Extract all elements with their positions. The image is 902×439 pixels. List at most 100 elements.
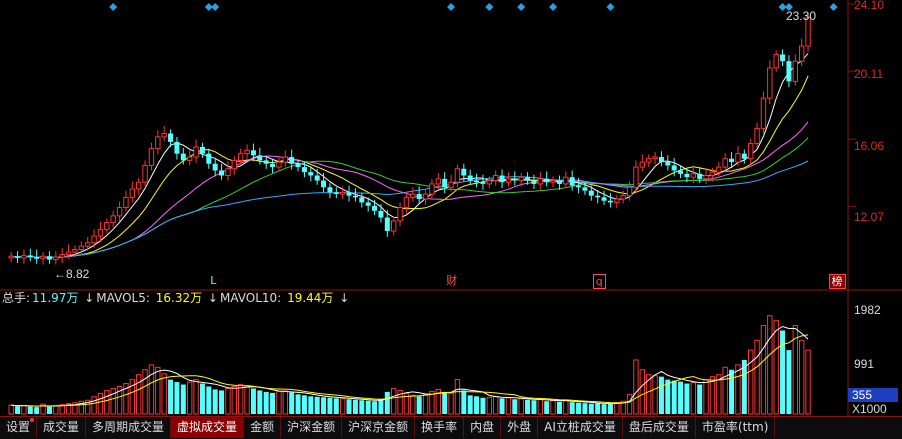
volume-bar[interactable] <box>321 397 327 414</box>
volume-bar[interactable] <box>352 399 358 414</box>
volume-bar[interactable] <box>550 400 556 415</box>
tab-5[interactable]: 沪深金额 <box>281 417 343 438</box>
candle[interactable] <box>607 193 613 208</box>
tab-3[interactable]: 虚拟成交量 <box>171 417 245 438</box>
candle[interactable] <box>467 169 473 185</box>
candle[interactable] <box>754 122 760 148</box>
volume-bar[interactable] <box>780 330 786 414</box>
candle[interactable] <box>645 154 652 168</box>
volume-bar[interactable] <box>225 387 231 415</box>
tab-10[interactable]: AI立桩成交量 <box>538 417 623 438</box>
volume-bar[interactable] <box>410 394 416 415</box>
candle[interactable] <box>270 158 276 173</box>
volume-bar[interactable] <box>626 393 633 415</box>
candle[interactable] <box>244 144 250 159</box>
volume-bar[interactable] <box>716 374 722 415</box>
event-marker[interactable]: 榜 <box>828 274 846 289</box>
candle[interactable] <box>321 172 327 193</box>
volume-bar[interactable] <box>544 401 550 414</box>
tab-12[interactable]: 市盈率(ttm) <box>696 417 776 438</box>
volume-bar[interactable] <box>244 385 250 415</box>
volume-bar[interactable] <box>199 383 205 414</box>
volume-bar[interactable] <box>186 381 193 415</box>
volume-bar[interactable] <box>537 398 544 415</box>
volume-bar[interactable] <box>97 392 104 415</box>
candle[interactable] <box>556 175 562 190</box>
volume-bar[interactable] <box>525 399 531 414</box>
volume-bar[interactable] <box>786 350 792 414</box>
candle[interactable] <box>206 148 212 169</box>
volume-bar[interactable] <box>327 397 333 414</box>
candle[interactable] <box>104 218 110 234</box>
candle[interactable] <box>678 166 684 179</box>
volume-bar[interactable] <box>607 403 613 414</box>
candle[interactable] <box>231 156 238 175</box>
candle[interactable] <box>767 60 773 105</box>
tab-6[interactable]: 沪深京金额 <box>342 417 416 438</box>
candle[interactable] <box>225 161 231 181</box>
volume-bar[interactable] <box>416 396 422 414</box>
volume-bar[interactable] <box>767 315 773 415</box>
volume-bar[interactable] <box>378 399 384 414</box>
candle[interactable] <box>186 150 193 166</box>
candle[interactable] <box>91 229 97 248</box>
candle[interactable] <box>480 174 486 190</box>
volume-bar[interactable] <box>142 369 148 415</box>
volume-bar[interactable] <box>735 364 741 415</box>
candle[interactable] <box>499 169 505 189</box>
candle[interactable] <box>129 181 136 203</box>
volume-bar[interactable] <box>237 384 244 415</box>
volume-bar[interactable] <box>492 395 499 415</box>
candle[interactable] <box>27 248 33 262</box>
candle[interactable] <box>397 202 403 226</box>
volume-bar[interactable] <box>448 392 454 415</box>
volume-bar[interactable] <box>773 320 779 415</box>
volume-bar[interactable] <box>276 390 282 415</box>
candle[interactable] <box>142 160 148 187</box>
volume-bar[interactable] <box>308 396 314 414</box>
candle[interactable] <box>116 201 123 222</box>
volume-bar[interactable] <box>270 392 276 414</box>
tab-9[interactable]: 外盘 <box>501 417 539 438</box>
candle[interactable] <box>505 172 512 187</box>
kline-chart[interactable] <box>0 0 902 438</box>
volume-bar[interactable] <box>480 397 486 414</box>
volume-bar[interactable] <box>34 407 40 414</box>
volume-bar[interactable] <box>104 389 110 415</box>
volume-bar[interactable] <box>257 390 263 414</box>
candle[interactable] <box>15 251 21 263</box>
candle[interactable] <box>40 252 46 265</box>
volume-bars[interactable] <box>8 315 811 415</box>
volume-bar[interactable] <box>652 375 658 415</box>
candle[interactable] <box>257 147 263 165</box>
candle[interactable] <box>537 172 544 190</box>
volume-bar[interactable] <box>474 396 480 414</box>
volume-bar[interactable] <box>684 383 690 414</box>
candle[interactable] <box>212 157 218 177</box>
volume-bar[interactable] <box>15 406 21 414</box>
volume-bar[interactable] <box>219 390 225 414</box>
volume-bar[interactable] <box>110 387 116 415</box>
candle[interactable] <box>639 154 646 172</box>
volume-bar[interactable] <box>339 398 346 415</box>
volume-bar[interactable] <box>21 405 27 415</box>
candle[interactable] <box>110 210 116 228</box>
candle[interactable] <box>59 247 65 263</box>
volume-bar[interactable] <box>569 402 575 414</box>
candle[interactable] <box>372 199 378 216</box>
tab-4[interactable]: 金额 <box>244 417 282 438</box>
candle[interactable] <box>410 187 416 202</box>
candle[interactable] <box>333 187 339 199</box>
candle[interactable] <box>314 168 320 185</box>
candle[interactable] <box>416 186 422 205</box>
volume-bar[interactable] <box>499 398 505 414</box>
candle[interactable] <box>161 125 167 142</box>
candle[interactable] <box>665 155 671 171</box>
volume-bar[interactable] <box>678 381 684 414</box>
candle[interactable] <box>346 185 352 202</box>
candle[interactable] <box>148 142 155 171</box>
volume-bar[interactable] <box>614 402 620 415</box>
candle[interactable] <box>792 54 799 86</box>
volume-bar[interactable] <box>442 392 448 414</box>
candle[interactable] <box>531 174 537 189</box>
